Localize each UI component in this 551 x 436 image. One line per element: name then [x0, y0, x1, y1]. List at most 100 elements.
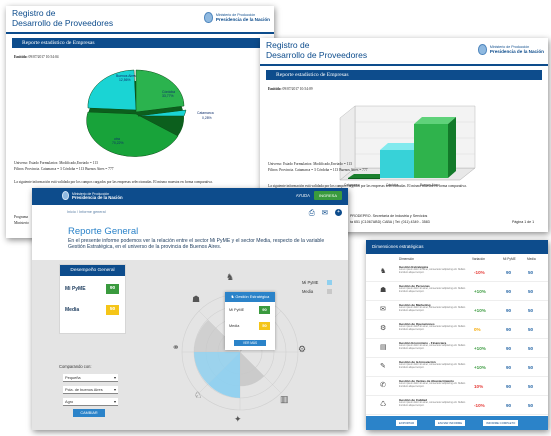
- panel-title: Desempeño General: [60, 265, 125, 276]
- dimension-row[interactable]: ⚙ Gestión de Operaciones Lorem ipsum dol…: [366, 320, 548, 339]
- megaphone-icon: ✉: [380, 306, 386, 313]
- panel-row-score: 50: [106, 305, 119, 315]
- toolbar-icons: ⎙ ✉ +: [309, 209, 342, 217]
- dimension-row[interactable]: ♞ Gestión Estratégica Lorem ipsum dolor …: [366, 263, 548, 282]
- logo-text: Ministerio de Producción Presidencia de …: [72, 192, 123, 200]
- export-button[interactable]: EXPORTAR: [396, 420, 418, 426]
- size-select[interactable]: Pequeña ▾: [63, 374, 118, 382]
- pie-label: Catamarca: [197, 111, 214, 115]
- people-icon: ☗: [380, 287, 387, 294]
- row-mipyme: 90: [506, 384, 512, 389]
- select-value: Pequeña: [65, 375, 81, 380]
- footer-line: PRODEPRO. Secretaría de Industria y Serv…: [350, 214, 428, 218]
- row-variation: -10%: [474, 270, 485, 275]
- emitido-line: Emitido: 09/07/2017 10:54:09: [268, 87, 313, 91]
- gear-icon[interactable]: ⚙: [298, 344, 306, 354]
- row-variation: +10%: [474, 346, 486, 351]
- see-more-button[interactable]: VER MÁS: [234, 340, 266, 346]
- link-icon[interactable]: ⚭: [172, 342, 180, 352]
- strategy-icon: ♞: [380, 268, 387, 275]
- help-link[interactable]: AYUDA: [296, 193, 310, 198]
- bar-buenosaires-front: [414, 124, 448, 178]
- select-value: Agro: [65, 399, 74, 404]
- add-icon[interactable]: +: [335, 209, 342, 216]
- row-media: 50: [528, 270, 534, 275]
- title-line: Desarrollo de Proveedores: [12, 17, 114, 28]
- report-title: Registro de Desarrollo de Proveedores: [266, 40, 367, 60]
- popup-row-label: Mi PyME: [229, 308, 245, 312]
- page-description: En el presente informe podemos ver la re…: [68, 238, 325, 250]
- popup-title: ♞ Gestión Estratégica: [225, 292, 275, 302]
- universo-line: Universo: Estado Formularios: Modificado…: [268, 162, 352, 166]
- people-icon[interactable]: ☗: [192, 294, 200, 304]
- row-media: 50: [528, 346, 534, 351]
- logo-line: Presidencia de la Nación: [489, 48, 544, 54]
- panel-row-label: Mi PyME: [65, 286, 86, 292]
- bulb-icon[interactable]: ✦: [234, 414, 242, 424]
- legend-swatch: [327, 280, 332, 285]
- row-variation: -10%: [474, 403, 485, 408]
- page-title: Reporte General: [68, 226, 139, 237]
- chart-icon[interactable]: ▥: [280, 394, 289, 404]
- pie-chart: Buenos Aires 12,56% Córdoba 33,77% Catam…: [86, 69, 214, 157]
- dimension-row[interactable]: ▤ Gestión Económico - Financiera Lorem i…: [366, 339, 548, 358]
- dimension-row[interactable]: ✆ Gestión de Ventas de Abastecimiento Lo…: [366, 377, 548, 396]
- row-media: 50: [528, 327, 534, 332]
- sector-select[interactable]: Agro ▾: [63, 398, 118, 406]
- row-media: 50: [528, 289, 534, 294]
- dimensions-header: Dimensiones estratégicas: [366, 240, 548, 254]
- change-button[interactable]: CAMBIAR: [73, 409, 105, 417]
- filtros-line: Filtros: Provincia. Catamarca = 3 Córdob…: [268, 168, 368, 172]
- handshake-icon: ✆: [380, 382, 386, 389]
- report-header: Registro de Desarrollo de Proveedores Mi…: [6, 6, 274, 34]
- bar-cordoba-front: [380, 150, 414, 178]
- innovation-icon[interactable]: ♘: [194, 390, 202, 400]
- row-variation: +10%: [474, 365, 486, 370]
- dimension-popup: ♞ Gestión Estratégica Mi PyME 90 Media 5…: [225, 292, 275, 350]
- row-description: Lorem ipsum dolor sit amet, consectetur …: [399, 401, 466, 407]
- mobile-dimensions-window: Dimensiones estratégicas Dimensión Varia…: [366, 240, 548, 430]
- province-select[interactable]: Pcia. de buenos Aires ▾: [63, 386, 118, 394]
- row-variation: +10%: [474, 308, 486, 313]
- send-report-button[interactable]: ENVIAR INFORME: [435, 420, 466, 426]
- argentina-emblem-icon: [477, 44, 487, 55]
- legend-swatch: [327, 289, 332, 294]
- bar-buenosaires-side: [448, 117, 456, 178]
- web-report-window: Ministerio de Producción Presidencia de …: [32, 188, 348, 430]
- row-description: Lorem ipsum dolor sit amet, consectetur …: [399, 325, 466, 331]
- popup-row-label: Media: [229, 324, 240, 328]
- dimension-row[interactable]: ☗ Gestión de Personas Lorem ipsum dolor …: [366, 282, 548, 301]
- collage: Registro de Desarrollo de Proveedores Mi…: [0, 0, 551, 436]
- dimension-row[interactable]: ♺ Gestión de Calidad Lorem ipsum dolor s…: [366, 396, 548, 415]
- pie-pct: 0,28%: [202, 116, 212, 120]
- emitido-value: 09/07/2017 10:54:09: [282, 87, 313, 91]
- popup-row-score: 90: [259, 306, 270, 314]
- column-header: Mi PyME: [503, 257, 516, 261]
- print-icon[interactable]: ⎙: [309, 209, 315, 217]
- ministry-logo: Ministerio de Producción Presidencia de …: [203, 12, 270, 23]
- row-variation: 0%: [474, 327, 481, 332]
- web-header: Ministerio de Producción Presidencia de …: [32, 188, 348, 205]
- row-mipyme: 90: [506, 346, 512, 351]
- full-report-button[interactable]: INFORME COMPLETO: [483, 420, 519, 426]
- chevron-down-icon: ▾: [113, 387, 116, 392]
- row-variation: 10%: [474, 384, 484, 389]
- select-value: Pcia. de buenos Aires: [65, 387, 103, 392]
- breadcrumb[interactable]: Inicio / Informe general: [67, 210, 106, 214]
- dimension-row[interactable]: ✉ Gestión de Marketing Lorem ipsum dolor…: [366, 301, 548, 320]
- filtros-line: Filtros: Provincia. Catamarca = 3 Córdob…: [14, 167, 114, 171]
- ministry-logo[interactable]: Ministerio de Producción Presidencia de …: [62, 191, 123, 200]
- row-media: 50: [528, 384, 534, 389]
- login-button[interactable]: INGRESA: [313, 191, 342, 200]
- mail-icon[interactable]: ✉: [322, 209, 328, 217]
- column-header: Variación: [472, 257, 486, 261]
- bar-chart-3d: Catamarca Córdoba Buenos Aires: [339, 105, 476, 187]
- dimension-row[interactable]: ✎ Gestión de la Innovación Lorem ipsum d…: [366, 358, 548, 377]
- strategy-icon[interactable]: ♞: [226, 272, 234, 282]
- footer-line: Programa: [14, 215, 28, 219]
- argentina-emblem-icon: [62, 191, 69, 200]
- row-description: Lorem ipsum dolor sit amet, consectetur …: [399, 268, 466, 274]
- report-header: Registro de Desarrollo de Proveedores Mi…: [260, 38, 548, 66]
- panel-row-label: Media: [65, 307, 80, 313]
- pie-pct: 12,56%: [119, 78, 131, 82]
